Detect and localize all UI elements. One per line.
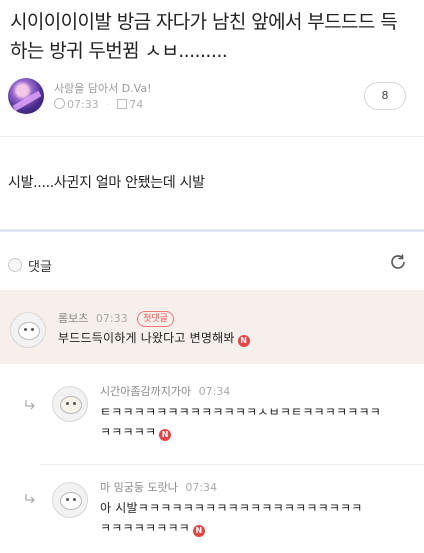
comment-text: 부드드득이하게 나왔다고 변명해봐 N — [58, 328, 250, 348]
divider — [40, 464, 424, 465]
post-title: 시이이이이발 방금 자다가 남친 앞에서 부드드드 득하는 방귀 두번뀜 ㅅㅂ.… — [10, 11, 398, 62]
reply-author-name[interactable]: 마 밍궁둥 도랏나 — [100, 481, 178, 494]
reply-text-content: ㅋㅋㅋㅋㅋㅋㅋㅋ — [100, 521, 190, 535]
post-time: 07:33 — [67, 98, 99, 111]
first-comment-badge: 첫댓글 — [137, 311, 174, 327]
reply-avatar[interactable] — [52, 386, 88, 422]
comment-item: 롬보츠 07:33 첫댓글 부드드득이하게 나왔다고 변명해봐 N — [0, 290, 424, 364]
reply-text-line: ㅋㅋㅋㅋㅋㅋㅋㅋ N — [100, 518, 363, 538]
reply-avatar[interactable] — [52, 482, 88, 518]
new-badge-icon: N — [237, 335, 250, 347]
author-row: 사랑을 담아서 D.Va! 07:33 · 74 8 — [8, 76, 416, 120]
reply-author-name[interactable]: 시간아좀감까지가아 — [100, 385, 191, 398]
author-name[interactable]: 사랑을 담아서 D.Va! — [54, 80, 152, 96]
reply-author[interactable]: 마 밍궁둥 도랏나 07:34 — [100, 479, 217, 495]
comment-count-button[interactable]: 8 — [364, 82, 406, 110]
reply-text: 아 시발ㅋㅋㅋㅋㅋㅋㅋㅋㅋㅋㅋㅋㅋㅋㅋㅋㅋㅋㅋㅋ ㅋㅋㅋㅋㅋㅋㅋㅋ N — [100, 498, 363, 538]
reply-text-line: ㅌㅋㅋㅋㅋㅋㅋㅋㅋㅋㅋㅋㅋㅋㅅㅂㅋㅌㅋㅋㅋㅋㅋㅋㅋ — [100, 405, 382, 419]
reply-arrow-icon — [25, 494, 35, 504]
refresh-icon[interactable] — [388, 252, 408, 272]
reply-text-line: 아 시발ㅋㅋㅋㅋㅋㅋㅋㅋㅋㅋㅋㅋㅋㅋㅋㅋㅋㅋㅋㅋ — [100, 501, 363, 515]
comments-label: 댓글 — [28, 260, 52, 275]
commenter-name[interactable]: 롬보츠 07:33 첫댓글 — [58, 310, 174, 327]
reply-arrow-icon — [25, 400, 35, 410]
reply-time: 07:34 — [198, 385, 231, 398]
bell-icon — [8, 258, 22, 272]
post-views: 74 — [129, 98, 144, 111]
reply-author[interactable]: 시간아좀감까지가아 07:34 — [100, 383, 230, 399]
reply-text: ㅌㅋㅋㅋㅋㅋㅋㅋㅋㅋㅋㅋㅋㅋㅅㅂㅋㅌㅋㅋㅋㅋㅋㅋㅋ ㅋㅋㅋㅋㅋ N — [100, 402, 381, 442]
section-divider — [0, 229, 424, 232]
comments-header: 댓글 — [0, 240, 424, 286]
new-badge-icon: N — [192, 525, 205, 537]
reply-text-content: ㅋㅋㅋㅋㅋ — [100, 425, 157, 439]
views-icon — [117, 99, 128, 109]
post-body: 시발.....사귄지 얼마 안됐는데 시발 — [8, 175, 205, 191]
reply-text-line: ㅋㅋㅋㅋㅋ N — [100, 422, 381, 442]
comment-time: 07:33 — [95, 312, 128, 325]
commenter-avatar[interactable] — [10, 312, 46, 348]
new-badge-icon: N — [159, 429, 172, 441]
reply-time: 07:34 — [185, 481, 218, 494]
author-avatar[interactable] — [8, 78, 44, 114]
commenter-name-text[interactable]: 롬보츠 — [58, 312, 88, 325]
divider — [0, 136, 424, 137]
post-meta: 07:33 · 74 — [54, 98, 143, 111]
comment-text-content: 부드드득이하게 나왔다고 변명해봐 — [58, 331, 235, 345]
clock-icon — [54, 98, 65, 109]
